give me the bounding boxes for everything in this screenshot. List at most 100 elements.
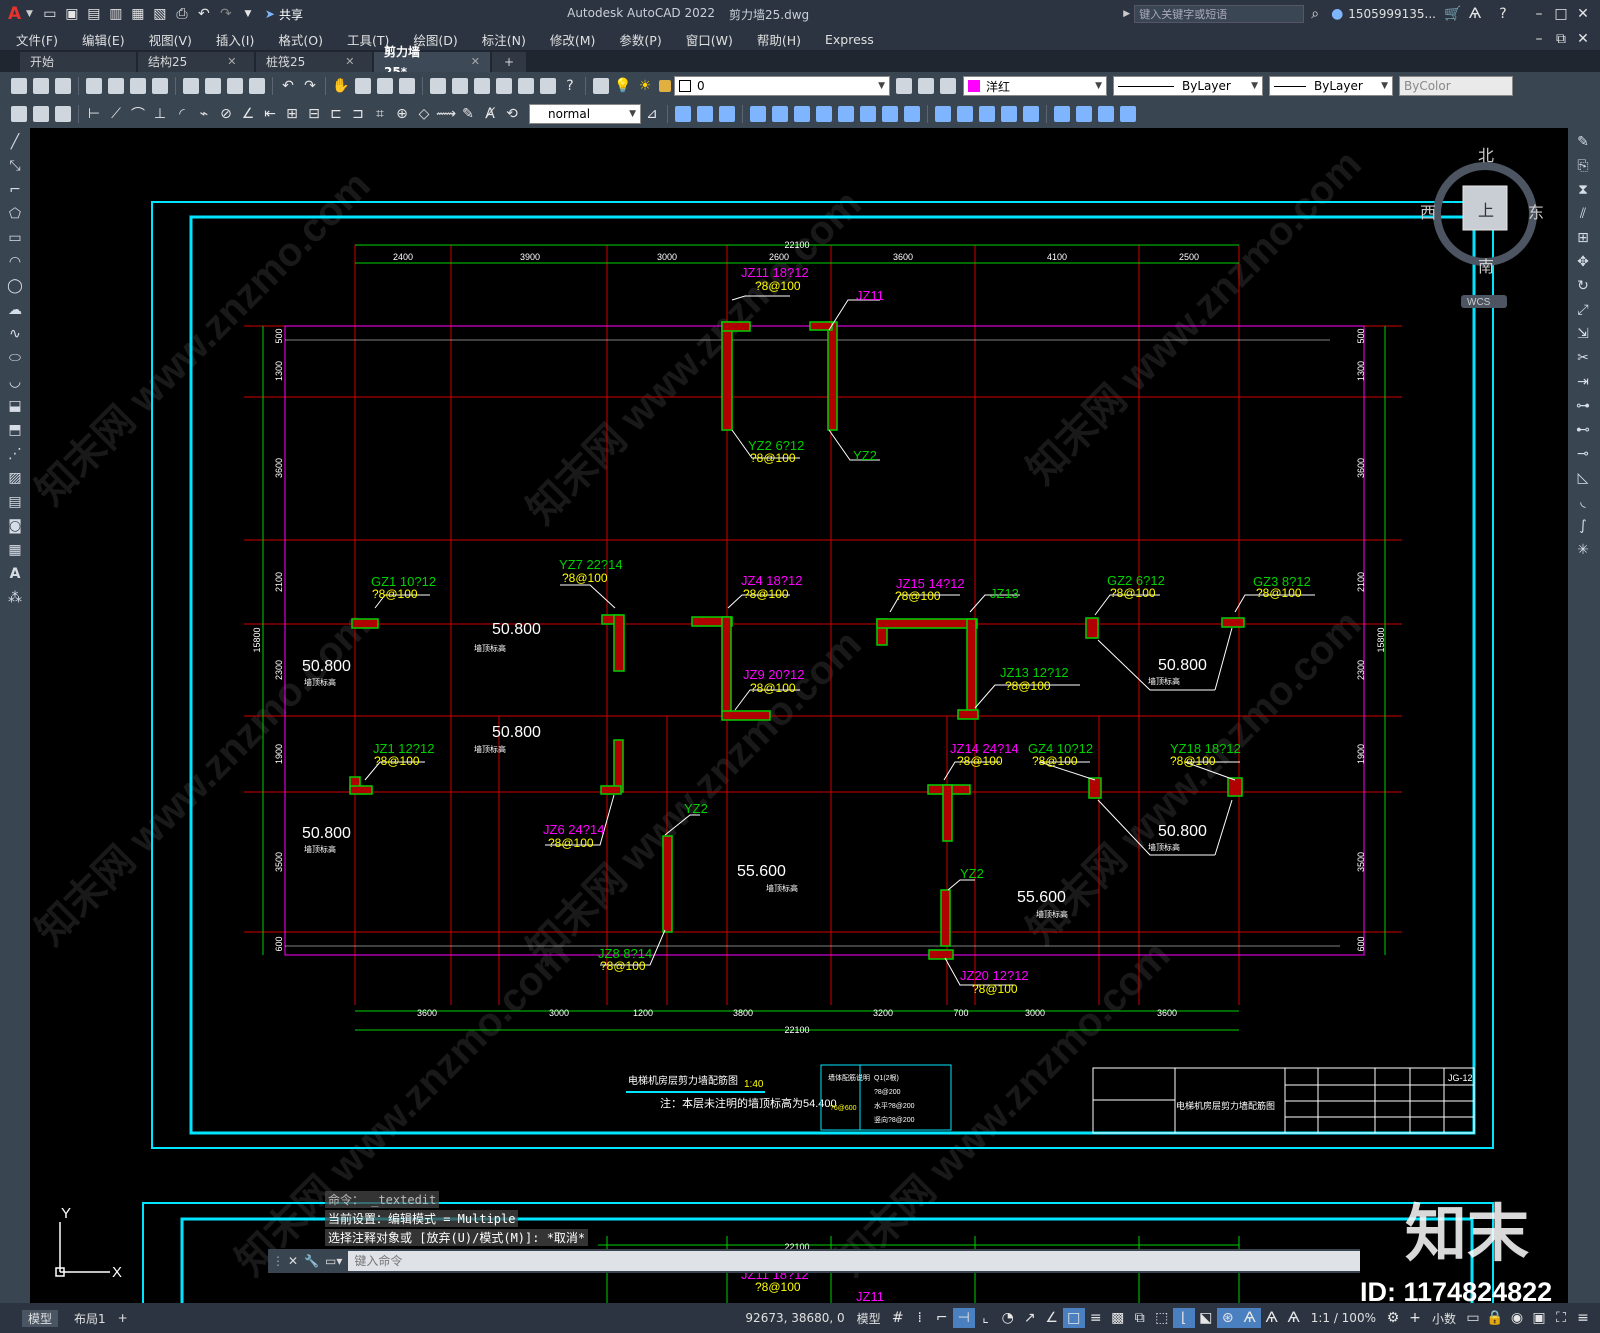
modify-scale-icon[interactable] <box>838 106 854 122</box>
hatch-icon[interactable]: ▨ <box>5 468 25 488</box>
rectangle-icon[interactable]: ▭ <box>5 228 25 248</box>
modify-erase-icon[interactable] <box>675 106 691 122</box>
menu-help[interactable]: 帮助(H) <box>745 30 813 49</box>
polygon-icon[interactable]: ⬠ <box>5 204 25 224</box>
inspect-icon[interactable]: ◇ <box>413 104 435 124</box>
array-icon[interactable]: ⊞ <box>1573 228 1593 248</box>
maximize-window-icon[interactable]: □ <box>1550 4 1572 24</box>
close-tab-icon[interactable]: ✕ <box>345 52 354 72</box>
coordinates-readout[interactable]: 92673, 38680, 0 <box>739 1311 850 1325</box>
copy-icon[interactable]: ⎘ <box>1573 156 1593 176</box>
menu-insert[interactable]: 插入(I) <box>204 30 266 49</box>
dimstyle-manager-icon[interactable]: ⊿ <box>641 104 663 124</box>
join-icon[interactable]: ⊸ <box>1573 444 1593 464</box>
transparency-icon[interactable]: ▩ <box>1107 1308 1129 1328</box>
undo-icon[interactable]: ↶ <box>193 4 215 24</box>
open-file-icon[interactable]: ▣ <box>61 4 83 24</box>
layer-iso-icon[interactable] <box>33 106 49 122</box>
open-icon[interactable] <box>33 78 49 94</box>
break-icon[interactable]: ⊷ <box>1573 420 1593 440</box>
dim-aligned-icon[interactable]: ⟋ <box>105 104 127 124</box>
ellipse-icon[interactable]: ⬭ <box>5 348 25 368</box>
selection-filter-icon[interactable]: ⬕ <box>1195 1308 1217 1328</box>
tab-start[interactable]: 开始 <box>20 52 136 72</box>
autodesk-a360-icon[interactable]: Ѧ <box>1464 4 1486 24</box>
lock-ui-icon[interactable]: 🔒 <box>1484 1308 1506 1328</box>
menu-file[interactable]: 文件(F) <box>0 30 70 49</box>
extend-icon[interactable]: ⇥ <box>1573 372 1593 392</box>
3d-osnap-icon[interactable]: ⬚ <box>1151 1308 1173 1328</box>
infer-constraints-icon[interactable]: ⌐ <box>931 1308 953 1328</box>
model-space-toggle[interactable]: 模型 <box>851 1310 887 1327</box>
clean-screen-icon[interactable]: ⛶ <box>1550 1308 1572 1328</box>
plot-icon[interactable] <box>86 78 102 94</box>
modify-fillet-icon[interactable] <box>1001 106 1017 122</box>
properties-icon[interactable] <box>430 78 446 94</box>
tab-raft25[interactable]: 桩筏25 ✕ <box>256 52 372 72</box>
layer-unisolate-icon[interactable] <box>55 106 71 122</box>
dim-angular-icon[interactable]: ∠ <box>237 104 259 124</box>
menu-format[interactable]: 格式(O) <box>266 30 335 49</box>
dynamic-input-icon[interactable]: ⊣ <box>952 1308 975 1328</box>
dim-arc-icon[interactable]: ⌒ <box>127 104 149 124</box>
selection-cycling-icon[interactable]: ⧉ <box>1129 1308 1151 1328</box>
circle-icon[interactable]: ◯ <box>5 276 25 296</box>
search-icon[interactable]: ⌕ <box>1304 4 1326 24</box>
annotation-visibility-icon[interactable]: Ѧ <box>1238 1308 1261 1328</box>
modify-offset-icon[interactable] <box>750 106 766 122</box>
region-icon[interactable]: ◙ <box>5 516 25 536</box>
menu-edit[interactable]: 编辑(E) <box>70 30 137 49</box>
close-window-icon[interactable]: ✕ <box>1572 4 1594 24</box>
doc-close-icon[interactable]: ✕ <box>1572 29 1594 49</box>
undo-icon[interactable]: ↶ <box>277 76 299 96</box>
mtext-icon[interactable]: A <box>5 564 25 584</box>
close-tab-icon[interactable]: ✕ <box>227 52 236 72</box>
menu-view[interactable]: 视图(V) <box>137 30 204 49</box>
help-icon[interactable]: ? <box>1492 4 1514 24</box>
doc-restore-icon[interactable]: ⧉ <box>1550 29 1572 49</box>
lineweight-icon[interactable]: ≡ <box>1085 1308 1107 1328</box>
new-icon[interactable] <box>11 78 27 94</box>
plot-preview-icon[interactable] <box>108 78 124 94</box>
insert-block-icon[interactable] <box>1054 106 1070 122</box>
make-current-layer-icon[interactable] <box>896 78 912 94</box>
copy-icon[interactable] <box>205 78 221 94</box>
new-tab-button[interactable]: + <box>492 52 526 72</box>
modify-extend-icon[interactable] <box>904 106 920 122</box>
gradient-icon[interactable]: ▤ <box>5 492 25 512</box>
menu-modify[interactable]: 修改(M) <box>538 30 608 49</box>
scale-icon[interactable]: ⤢ <box>1573 300 1593 320</box>
polar-icon[interactable]: ◔ <box>997 1308 1019 1328</box>
units-value[interactable]: 小数 <box>1426 1310 1462 1327</box>
user-name[interactable]: 1505999135... <box>1348 7 1436 21</box>
command-input[interactable]: 键入命令 <box>348 1251 1360 1271</box>
workspace-gear-icon[interactable]: ⚙ <box>1382 1308 1404 1328</box>
grid-icon[interactable]: # <box>887 1308 909 1328</box>
make-block-icon[interactable] <box>1076 106 1092 122</box>
modify-join-icon[interactable] <box>957 106 973 122</box>
object-snap-icon[interactable]: □ <box>1062 1308 1085 1328</box>
layer-properties-icon[interactable] <box>593 78 609 94</box>
line-icon[interactable]: ╱ <box>5 132 25 152</box>
layer-sun-icon[interactable]: ☀ <box>634 76 656 96</box>
cut-icon[interactable] <box>183 78 199 94</box>
write-block-icon[interactable] <box>1098 106 1114 122</box>
polyline-icon[interactable]: ⌐ <box>5 180 25 200</box>
markup-icon[interactable] <box>518 78 534 94</box>
dim-continue-icon[interactable]: ⊟ <box>303 104 325 124</box>
layout-tab-layout1[interactable]: 布局1 <box>68 1310 112 1327</box>
search-chevron-icon[interactable]: ▶ <box>1123 9 1130 19</box>
quick-dim-icon[interactable]: ⇤ <box>259 104 281 124</box>
explode-icon[interactable]: ✳ <box>1573 540 1593 560</box>
auto-scale-icon[interactable]: Ѧ <box>1261 1308 1283 1328</box>
cart-icon[interactable]: 🛒 <box>1442 4 1464 24</box>
layer-previous-icon[interactable] <box>918 78 934 94</box>
dim-jogged-icon[interactable]: ⌁ <box>193 104 215 124</box>
modify-mirror-icon[interactable] <box>719 106 735 122</box>
zoom-realtime-icon[interactable] <box>355 78 371 94</box>
annotation-scale-value[interactable]: 1:1 / 100% <box>1305 1311 1382 1325</box>
modify-copy-icon[interactable] <box>697 106 713 122</box>
trim-icon[interactable]: ✂ <box>1573 348 1593 368</box>
add-selected-icon[interactable]: ⁂ <box>5 588 25 608</box>
plotstyle-dropdown[interactable]: ByColor <box>1399 76 1513 96</box>
